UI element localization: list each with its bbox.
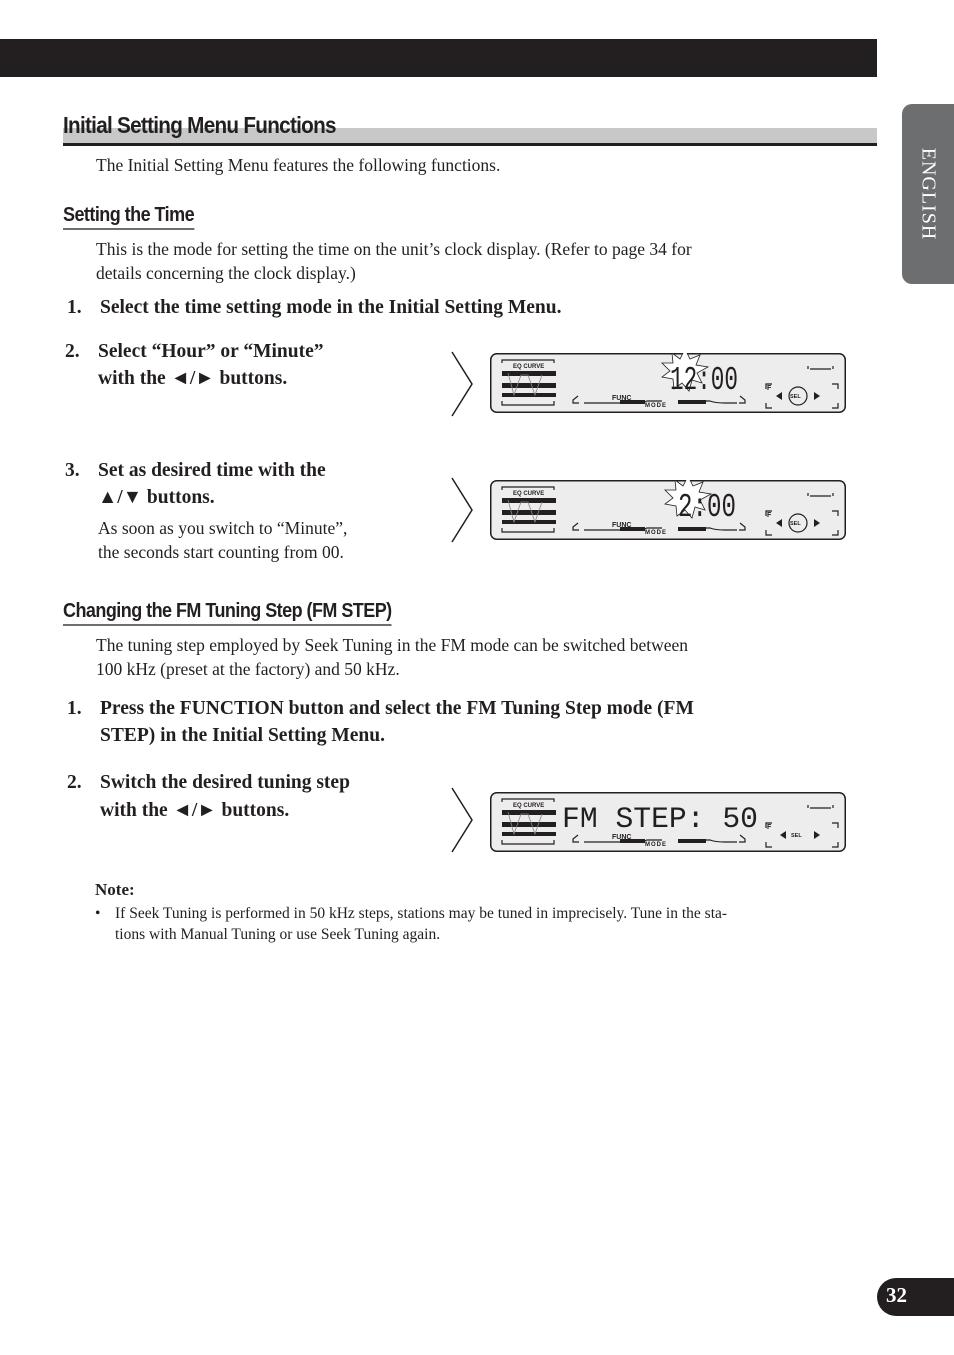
time-step-3-note-1: As soon as you switch to “Minute”, xyxy=(98,518,348,538)
fm-step-heading: Changing the FM Tuning Step (FM STEP) xyxy=(63,600,392,626)
lcd-display-hour: EQ CURVE FUNC MODE 12:00 F SEL xyxy=(490,353,846,413)
setting-time-desc-2: details concerning the clock display.) xyxy=(96,263,356,283)
step-text-line-2: with the ◄/► buttons. xyxy=(100,800,290,821)
step-text-line-1: Set as desired time with the xyxy=(98,460,326,481)
setting-time-heading: Setting the Time xyxy=(63,204,195,230)
sel-label: SEL xyxy=(790,394,801,400)
note-text-line-2: tions with Manual Tuning or use Seek Tun… xyxy=(115,926,441,943)
lcd-main-text: FM STEP: 50 xyxy=(562,803,758,837)
bullet: • xyxy=(95,905,101,922)
mode-label: MODE xyxy=(645,530,667,536)
language-tab: ENGLISH xyxy=(902,104,954,284)
eq-curve-label: EQ CURVE xyxy=(513,364,544,370)
fm-step-desc-2: 100 kHz (preset at the factory) and 50 k… xyxy=(96,659,400,679)
step-text-line-1: Select “Hour” or “Minute” xyxy=(98,341,324,362)
sel-label: SEL xyxy=(791,833,802,839)
setting-time-desc-1: This is the mode for setting the time on… xyxy=(96,239,692,259)
header-bar xyxy=(0,39,877,77)
section-heading: Initial Setting Menu Functions xyxy=(63,112,877,146)
page-number-badge: 32 xyxy=(877,1278,954,1316)
step-text-line-1: Switch the desired tuning step xyxy=(100,772,350,793)
step-text-line-2: ▲/▼ buttons. xyxy=(98,487,215,508)
mode-label: MODE xyxy=(645,403,667,409)
mode-label: MODE xyxy=(645,842,667,848)
fm-step-desc-1: The tuning step employed by Seek Tuning … xyxy=(96,635,688,655)
step-text-line-2: with the ◄/► buttons. xyxy=(98,368,288,389)
f-indicator: F xyxy=(767,385,772,392)
eq-curve-label: EQ CURVE xyxy=(513,491,544,497)
step-text-line-2: STEP) in the Initial Setting Menu. xyxy=(100,725,385,746)
section-intro: The Initial Setting Menu features the fo… xyxy=(96,155,501,175)
lcd-main-text: 2:00 xyxy=(678,489,736,526)
step-number: 1. xyxy=(67,297,82,318)
lcd-main-text: 12:00 xyxy=(670,362,738,399)
eq-curve-label: EQ CURVE xyxy=(513,803,544,809)
step-text-line-1: Press the FUNCTION button and select the… xyxy=(100,698,694,719)
pointer-arrow-icon xyxy=(451,787,473,853)
note-title: Note: xyxy=(95,880,135,899)
f-indicator: F xyxy=(767,512,772,519)
section-title: Initial Setting Menu Functions xyxy=(63,112,337,138)
func-label: FUNC xyxy=(612,395,631,402)
note-text-line-1: If Seek Tuning is performed in 50 kHz st… xyxy=(115,905,728,922)
time-step-3-note-2: the seconds start counting from 00. xyxy=(98,542,344,562)
step-text: Select the time setting mode in the Init… xyxy=(100,297,562,318)
sel-label: SEL xyxy=(790,521,801,527)
pointer-arrow-icon xyxy=(451,477,473,543)
step-number: 2. xyxy=(65,341,80,362)
lcd-display-minute: EQ CURVE FUNC MODE 2:00 F SEL xyxy=(490,480,846,540)
step-number: 2. xyxy=(67,772,82,793)
language-tab-label: ENGLISH xyxy=(917,147,940,241)
func-label: FUNC xyxy=(612,522,631,529)
page-number: 32 xyxy=(886,1283,907,1307)
heading-rule xyxy=(63,143,877,146)
pointer-arrow-icon xyxy=(451,351,473,417)
step-number: 1. xyxy=(67,698,82,719)
step-number: 3. xyxy=(65,460,80,481)
lcd-display-fm-step: EQ CURVE FUNC MODE FM STEP: 50 F SEL xyxy=(490,792,846,852)
f-indicator: F xyxy=(767,824,772,831)
